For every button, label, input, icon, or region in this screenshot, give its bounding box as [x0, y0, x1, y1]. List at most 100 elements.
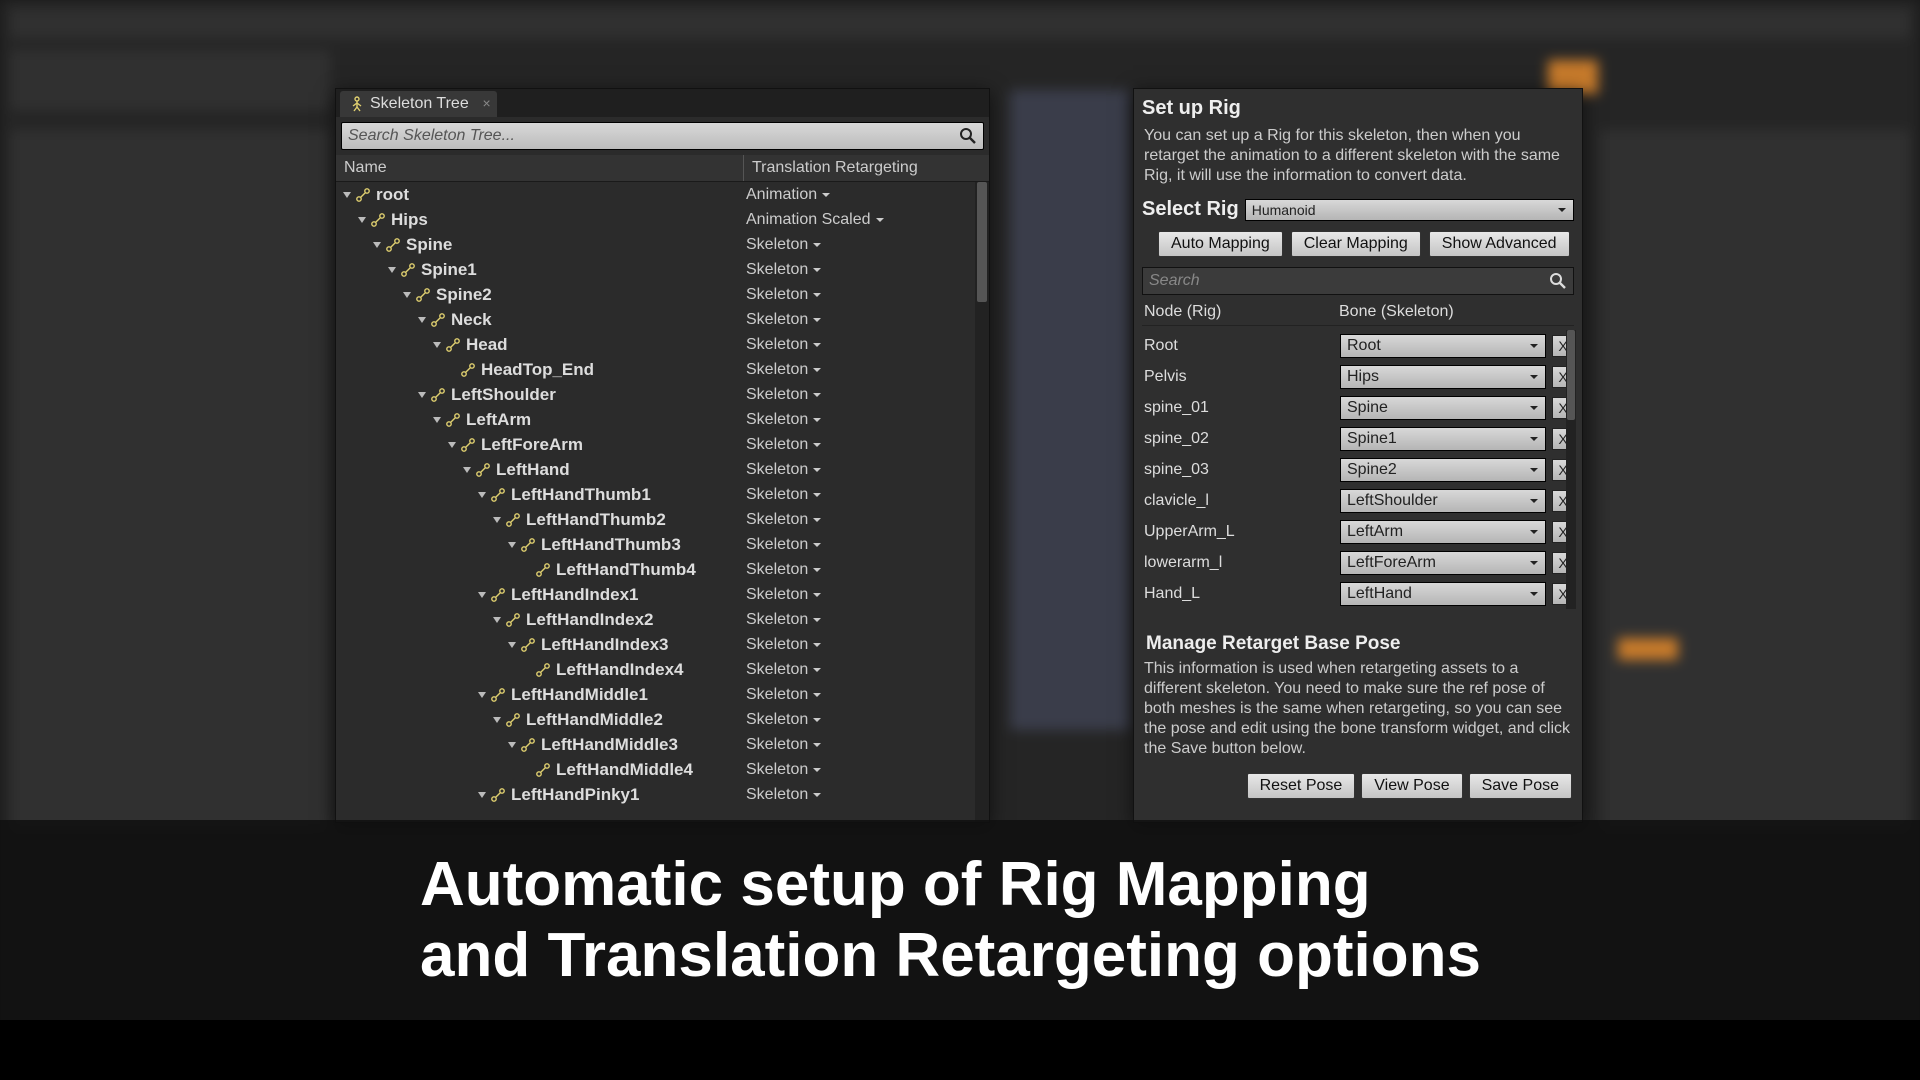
retarget-dropdown[interactable]: Skeleton — [744, 536, 989, 554]
bone-dropdown[interactable]: LeftHand — [1340, 582, 1546, 606]
select-rig-dropdown[interactable]: Humanoid — [1245, 199, 1574, 221]
mapping-scrollbar[interactable] — [1566, 330, 1576, 609]
retarget-dropdown[interactable]: Skeleton — [744, 661, 989, 679]
disclosure-icon[interactable] — [477, 490, 487, 500]
bone-row[interactable]: LeftHandMiddle3Skeleton — [336, 732, 989, 757]
disclosure-icon[interactable] — [372, 240, 382, 250]
retarget-dropdown[interactable]: Skeleton — [744, 611, 989, 629]
retarget-dropdown[interactable]: Skeleton — [744, 711, 989, 729]
retarget-dropdown[interactable]: Skeleton — [744, 761, 989, 779]
reset-pose-button[interactable]: Reset Pose — [1247, 773, 1356, 799]
disclosure-icon[interactable] — [477, 590, 487, 600]
bone-row[interactable]: LeftHandMiddle2Skeleton — [336, 707, 989, 732]
disclosure-icon[interactable] — [507, 540, 517, 550]
retarget-dropdown[interactable]: Skeleton — [744, 236, 989, 254]
disclosure-icon[interactable] — [417, 315, 427, 325]
disclosure-icon[interactable] — [462, 465, 472, 475]
retarget-dropdown[interactable]: Skeleton — [744, 486, 989, 504]
bone-row[interactable]: LeftHandThumb3Skeleton — [336, 532, 989, 557]
disclosure-icon[interactable] — [402, 290, 412, 300]
retarget-dropdown[interactable]: Skeleton — [744, 261, 989, 279]
skeleton-search-box[interactable] — [341, 122, 984, 150]
bone-row[interactable]: NeckSkeleton — [336, 307, 989, 332]
retarget-dropdown[interactable]: Skeleton — [744, 311, 989, 329]
select-rig-value: Humanoid — [1252, 202, 1316, 218]
bone-dropdown[interactable]: Spine — [1340, 396, 1546, 420]
bone-dropdown[interactable]: Spine1 — [1340, 427, 1546, 451]
show-advanced-button[interactable]: Show Advanced — [1429, 231, 1570, 257]
disclosure-icon[interactable] — [492, 615, 502, 625]
tab-skeleton-tree[interactable]: Skeleton Tree × — [340, 91, 497, 117]
bone-row[interactable]: LeftHandIndex1Skeleton — [336, 582, 989, 607]
close-icon[interactable]: × — [483, 95, 491, 111]
rig-search-input[interactable] — [1149, 272, 1549, 290]
disclosure-icon[interactable] — [342, 190, 352, 200]
rig-search-box[interactable] — [1142, 267, 1574, 295]
bone-tree[interactable]: rootAnimationHipsAnimation ScaledSpineSk… — [336, 182, 989, 822]
bone-row[interactable]: LeftHandIndex2Skeleton — [336, 607, 989, 632]
bone-icon — [474, 461, 492, 479]
disclosure-icon[interactable] — [447, 440, 457, 450]
disclosure-icon[interactable] — [507, 740, 517, 750]
retarget-dropdown[interactable]: Skeleton — [744, 586, 989, 604]
tree-scrollbar[interactable] — [975, 182, 989, 822]
disclosure-icon[interactable] — [492, 715, 502, 725]
disclosure-icon[interactable] — [417, 390, 427, 400]
view-pose-button[interactable]: View Pose — [1361, 773, 1462, 799]
bone-row[interactable]: LeftHandThumb1Skeleton — [336, 482, 989, 507]
bone-row[interactable]: LeftForeArmSkeleton — [336, 432, 989, 457]
retarget-dropdown[interactable]: Skeleton — [744, 561, 989, 579]
retarget-dropdown[interactable]: Skeleton — [744, 461, 989, 479]
bone-row[interactable]: LeftHandPinky1Skeleton — [336, 782, 989, 807]
retarget-dropdown[interactable]: Animation Scaled — [744, 211, 989, 229]
disclosure-icon[interactable] — [432, 415, 442, 425]
clear-mapping-button[interactable]: Clear Mapping — [1291, 231, 1421, 257]
disclosure-icon[interactable] — [357, 215, 367, 225]
save-pose-button[interactable]: Save Pose — [1469, 773, 1572, 799]
bone-dropdown[interactable]: LeftArm — [1340, 520, 1546, 544]
retarget-dropdown[interactable]: Skeleton — [744, 511, 989, 529]
bone-dropdown[interactable]: Root — [1340, 334, 1546, 358]
bone-row[interactable]: Spine1Skeleton — [336, 257, 989, 282]
auto-mapping-button[interactable]: Auto Mapping — [1158, 231, 1283, 257]
retarget-dropdown[interactable]: Skeleton — [744, 411, 989, 429]
retarget-dropdown[interactable]: Skeleton — [744, 386, 989, 404]
disclosure-icon[interactable] — [477, 790, 487, 800]
mapping-row: PelvisHipsX — [1142, 361, 1574, 392]
retarget-dropdown[interactable]: Skeleton — [744, 336, 989, 354]
retarget-dropdown[interactable]: Skeleton — [744, 286, 989, 304]
bone-dropdown[interactable]: Hips — [1340, 365, 1546, 389]
bone-row[interactable]: HeadTop_EndSkeleton — [336, 357, 989, 382]
bone-row[interactable]: Spine2Skeleton — [336, 282, 989, 307]
bone-row[interactable]: LeftHandIndex3Skeleton — [336, 632, 989, 657]
disclosure-icon[interactable] — [507, 640, 517, 650]
retarget-dropdown[interactable]: Skeleton — [744, 436, 989, 454]
retarget-dropdown[interactable]: Skeleton — [744, 736, 989, 754]
bone-dropdown[interactable]: LeftForeArm — [1340, 551, 1546, 575]
disclosure-icon[interactable] — [477, 690, 487, 700]
bone-row[interactable]: LeftHandThumb4Skeleton — [336, 557, 989, 582]
retarget-dropdown[interactable]: Skeleton — [744, 636, 989, 654]
retarget-dropdown[interactable]: Skeleton — [744, 361, 989, 379]
disclosure-icon[interactable] — [492, 515, 502, 525]
bone-row[interactable]: LeftHandSkeleton — [336, 457, 989, 482]
bone-dropdown[interactable]: Spine2 — [1340, 458, 1546, 482]
retarget-dropdown[interactable]: Animation — [744, 186, 989, 204]
bone-row[interactable]: rootAnimation — [336, 182, 989, 207]
bone-row[interactable]: LeftHandMiddle1Skeleton — [336, 682, 989, 707]
bone-row[interactable]: LeftArmSkeleton — [336, 407, 989, 432]
skeleton-search-input[interactable] — [348, 127, 959, 145]
bone-row[interactable]: SpineSkeleton — [336, 232, 989, 257]
bone-row[interactable]: HipsAnimation Scaled — [336, 207, 989, 232]
disclosure-icon[interactable] — [387, 265, 397, 275]
retarget-dropdown[interactable]: Skeleton — [744, 686, 989, 704]
bone-dropdown[interactable]: LeftShoulder — [1340, 489, 1546, 513]
bone-row[interactable]: LeftShoulderSkeleton — [336, 382, 989, 407]
disclosure-icon[interactable] — [432, 340, 442, 350]
mapping-row: RootRootX — [1142, 330, 1574, 361]
retarget-dropdown[interactable]: Skeleton — [744, 786, 989, 804]
bone-row[interactable]: LeftHandThumb2Skeleton — [336, 507, 989, 532]
bone-row[interactable]: LeftHandMiddle4Skeleton — [336, 757, 989, 782]
bone-row[interactable]: LeftHandIndex4Skeleton — [336, 657, 989, 682]
bone-row[interactable]: HeadSkeleton — [336, 332, 989, 357]
